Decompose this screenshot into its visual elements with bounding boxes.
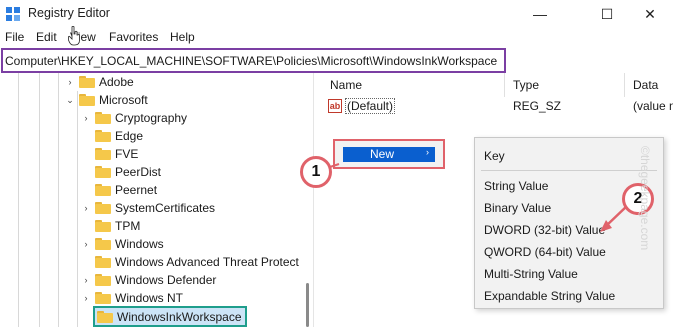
annotation-arrows xyxy=(326,163,629,232)
step-badge-1: 1 xyxy=(300,156,332,188)
